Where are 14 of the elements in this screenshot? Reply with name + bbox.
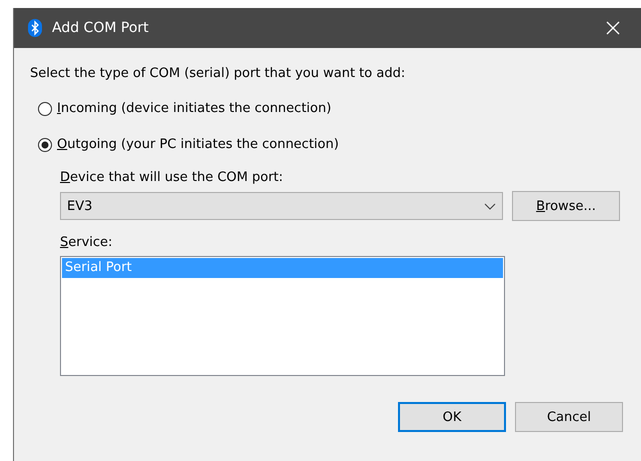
radio-button[interactable]	[38, 138, 52, 152]
radio-label[interactable]: Outgoing (your PC initiates the connection)	[57, 137, 339, 152]
ok-button[interactable]: OK	[398, 402, 506, 432]
service-label: Service:	[60, 235, 114, 250]
radio-button[interactable]	[38, 102, 52, 116]
cancel-button[interactable]: Cancel	[515, 402, 623, 432]
browse-button[interactable]: Browse...	[512, 191, 620, 221]
radio-label[interactable]: Incoming (device initiates the connection)	[57, 101, 332, 116]
device-label: Device that will use the COM port:	[60, 170, 284, 185]
window-title: Add COM Port	[52, 20, 150, 36]
device-dropdown[interactable]: EV3	[60, 192, 503, 220]
chevron-icon	[484, 202, 496, 210]
bluetooth-icon	[28, 19, 42, 37]
prompt-text: Select the type of COM (serial) port that you want to add:	[30, 66, 406, 81]
